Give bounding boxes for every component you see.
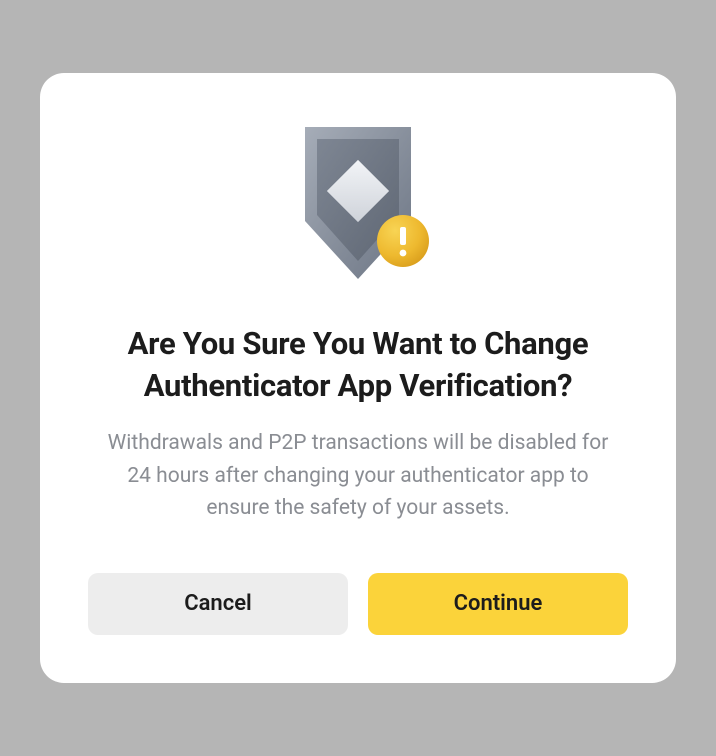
- dialog-title: Are You Sure You Want to Change Authenti…: [88, 323, 628, 407]
- dialog-description: Withdrawals and P2P transactions will be…: [98, 427, 618, 525]
- shield-warning-icon: [283, 121, 433, 291]
- dialog-actions: Cancel Continue: [88, 573, 628, 635]
- confirmation-dialog: Are You Sure You Want to Change Authenti…: [40, 73, 676, 682]
- cancel-button[interactable]: Cancel: [88, 573, 348, 635]
- continue-button[interactable]: Continue: [368, 573, 628, 635]
